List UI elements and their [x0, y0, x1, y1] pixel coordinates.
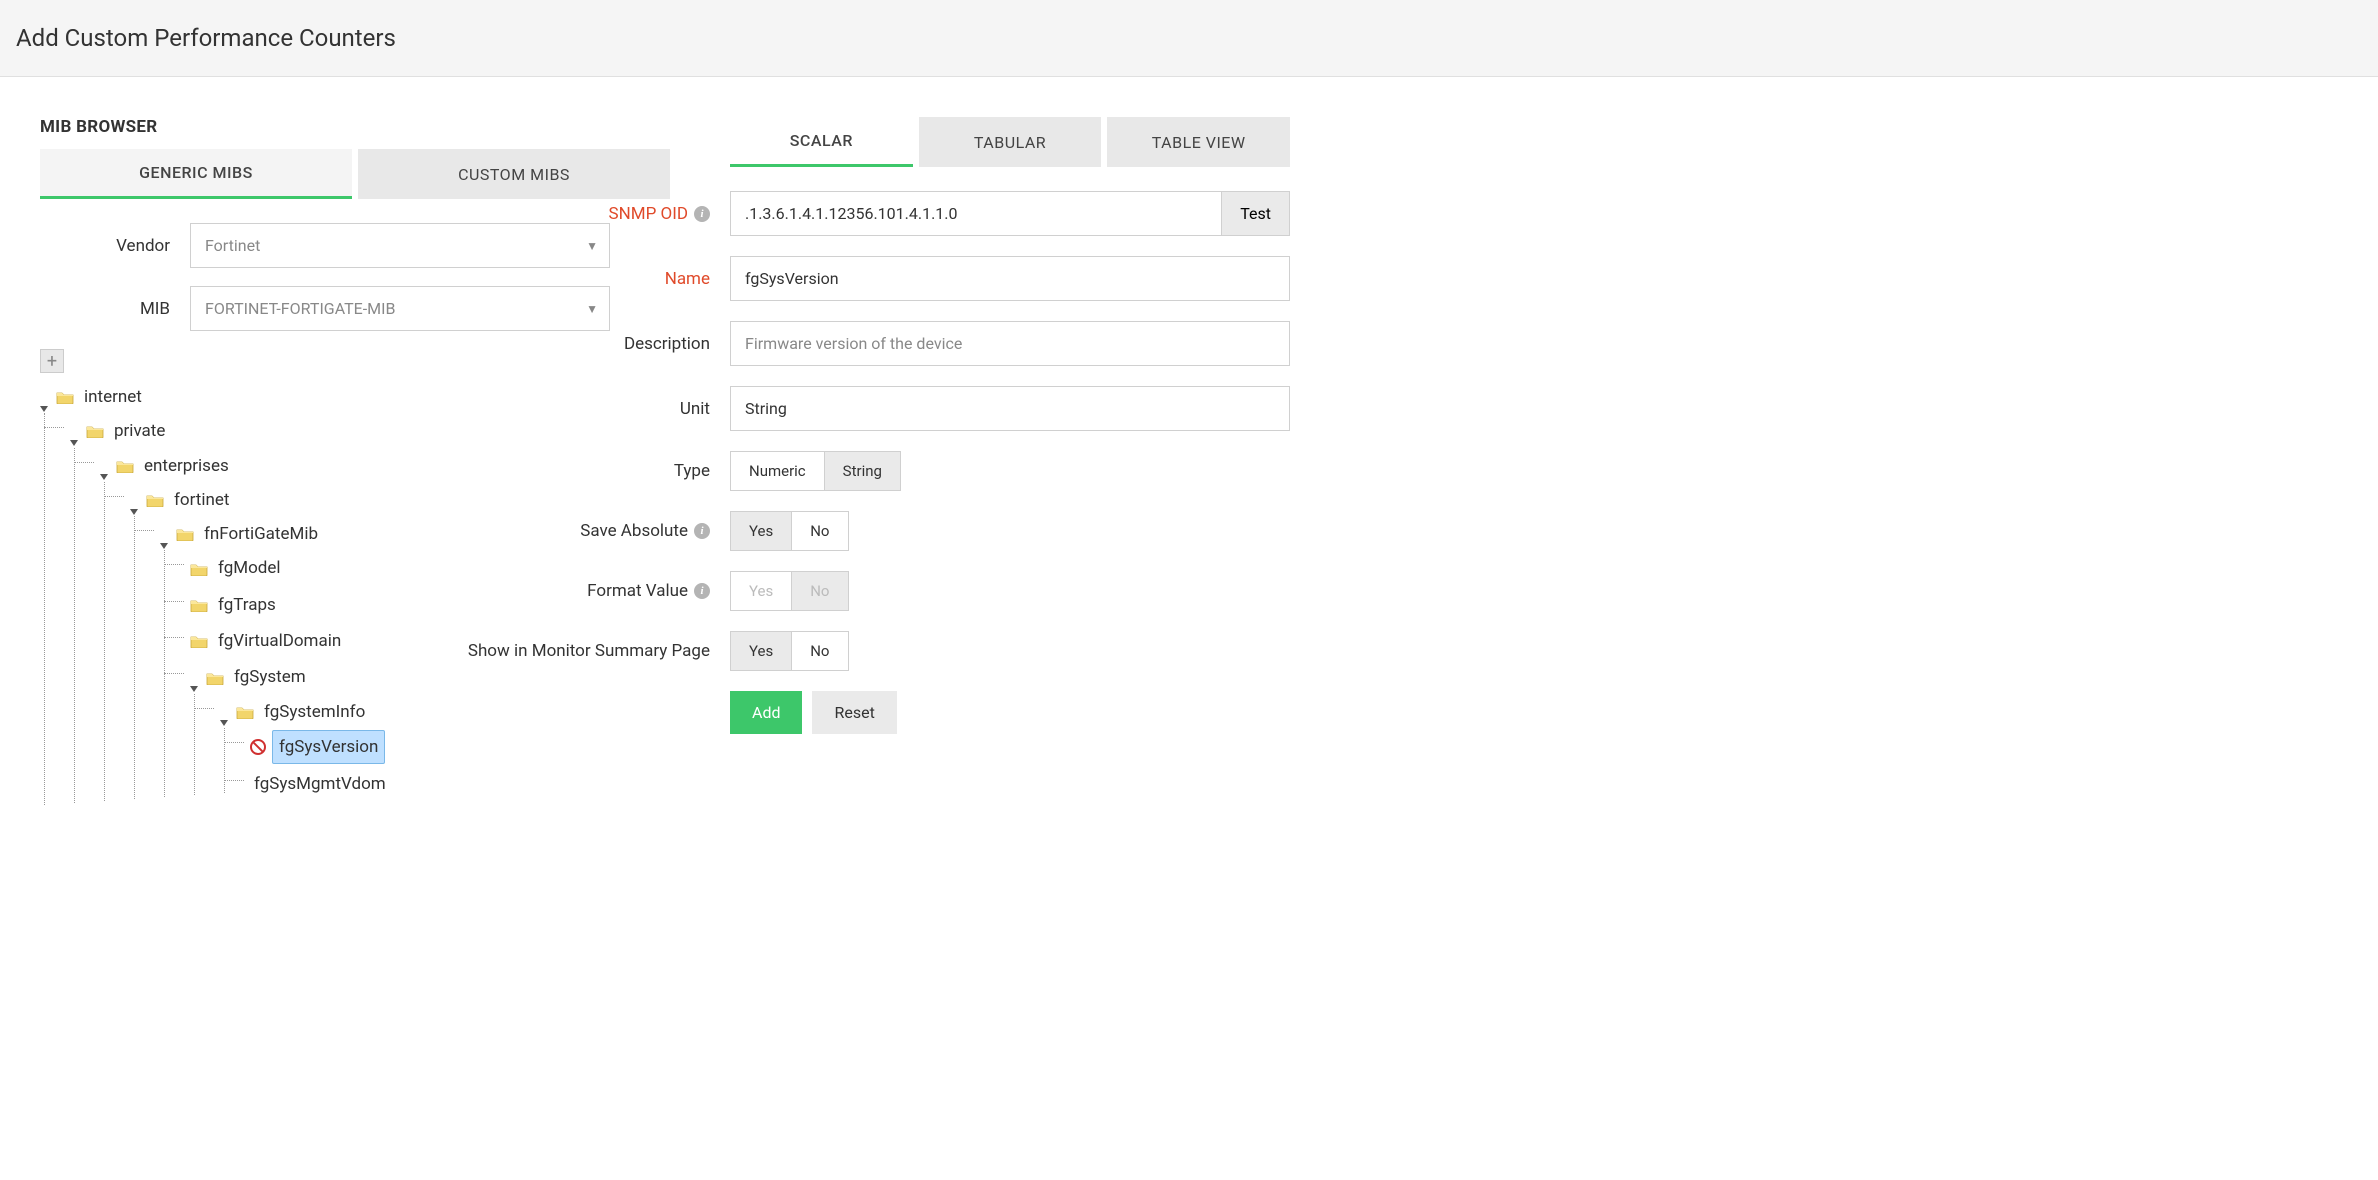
type-numeric-button[interactable]: Numeric: [731, 452, 824, 490]
unit-label: Unit: [680, 399, 710, 419]
show-summary-yes-button[interactable]: Yes: [731, 632, 791, 670]
reset-button[interactable]: Reset: [812, 691, 896, 734]
folder-icon: [190, 562, 208, 576]
vendor-select[interactable]: Fortinet: [190, 223, 610, 268]
vendor-label: Vendor: [40, 236, 190, 256]
format-value-no-button: No: [791, 572, 847, 610]
add-button[interactable]: Add: [730, 691, 802, 734]
details-panel: SCALAR TABULAR TABLE VIEW SNMP OID i Tes…: [730, 117, 1290, 817]
expand-toggle-icon[interactable]: [70, 426, 80, 436]
type-toggle: Numeric String: [730, 451, 901, 491]
info-icon[interactable]: i: [694, 583, 710, 599]
mib-select[interactable]: FORTINET-FORTIGATE-MIB: [190, 286, 610, 331]
info-icon[interactable]: i: [694, 523, 710, 539]
unit-input[interactable]: [730, 386, 1290, 431]
tree-node-enterprises[interactable]: enterprises: [100, 450, 670, 482]
tree-node-fgsysteminfo[interactable]: fgSystemInfo: [220, 696, 670, 728]
tab-generic-mibs[interactable]: GENERIC MIBS: [40, 149, 352, 199]
tree-node-private[interactable]: private: [70, 415, 670, 447]
folder-icon: [86, 424, 104, 438]
folder-icon: [176, 527, 194, 541]
format-value-toggle: Yes No: [730, 571, 849, 611]
test-button[interactable]: Test: [1221, 191, 1290, 236]
mib-browser-title: MIB BROWSER: [40, 117, 670, 137]
add-tree-node-button[interactable]: +: [40, 349, 64, 373]
folder-icon: [190, 598, 208, 612]
forbidden-icon: [250, 739, 266, 755]
description-input[interactable]: [730, 321, 1290, 366]
description-label: Description: [624, 334, 710, 354]
save-absolute-toggle: Yes No: [730, 511, 849, 551]
details-tabs: SCALAR TABULAR TABLE VIEW: [730, 117, 1290, 167]
save-absolute-no-button[interactable]: No: [791, 512, 847, 550]
tree-node-fortinet[interactable]: fortinet: [130, 484, 670, 516]
snmp-oid-label: SNMP OID: [609, 204, 688, 224]
tree-node-fgmodel[interactable]: fgModel: [190, 552, 670, 584]
snmp-oid-input[interactable]: [730, 191, 1221, 236]
show-summary-toggle: Yes No: [730, 631, 849, 671]
page-header: Add Custom Performance Counters: [0, 0, 2378, 77]
tree-node-internet[interactable]: internet: [40, 381, 670, 413]
folder-icon: [190, 634, 208, 648]
tab-table-view[interactable]: TABLE VIEW: [1107, 117, 1290, 167]
save-absolute-yes-button[interactable]: Yes: [731, 512, 791, 550]
expand-toggle-icon[interactable]: [220, 707, 230, 717]
tab-tabular[interactable]: TABULAR: [919, 117, 1102, 167]
show-summary-no-button[interactable]: No: [791, 632, 847, 670]
tab-scalar[interactable]: SCALAR: [730, 117, 913, 167]
tree-node-fnfortigatemib[interactable]: fnFortiGateMib: [160, 518, 670, 550]
page-title: Add Custom Performance Counters: [16, 24, 2362, 52]
info-icon[interactable]: i: [694, 206, 710, 222]
expand-toggle-icon[interactable]: [130, 495, 140, 505]
folder-icon: [236, 705, 254, 719]
folder-icon: [146, 493, 164, 507]
folder-icon: [206, 671, 224, 685]
tree-node-fgtraps[interactable]: fgTraps: [190, 589, 670, 621]
folder-icon: [116, 459, 134, 473]
expand-toggle-icon[interactable]: [100, 461, 110, 471]
name-input[interactable]: [730, 256, 1290, 301]
format-value-yes-button: Yes: [731, 572, 791, 610]
type-string-button[interactable]: String: [824, 452, 900, 490]
mib-label: MIB: [40, 299, 190, 319]
folder-icon: [56, 390, 74, 404]
expand-toggle-icon[interactable]: [190, 673, 200, 683]
mib-tree: internet private: [40, 379, 670, 817]
expand-toggle-icon[interactable]: [160, 529, 170, 539]
tree-node-fgvirtualdomain[interactable]: fgVirtualDomain: [190, 625, 670, 657]
expand-toggle-icon[interactable]: [40, 392, 50, 402]
tree-node-fgsysversion[interactable]: fgSysVersion: [250, 730, 670, 764]
type-label: Type: [674, 461, 710, 481]
name-label: Name: [665, 269, 710, 289]
tree-node-fgsystem[interactable]: fgSystem: [190, 661, 670, 693]
tree-node-fgsysmgmtvdom[interactable]: fgSysMgmtVdom: [250, 768, 670, 800]
